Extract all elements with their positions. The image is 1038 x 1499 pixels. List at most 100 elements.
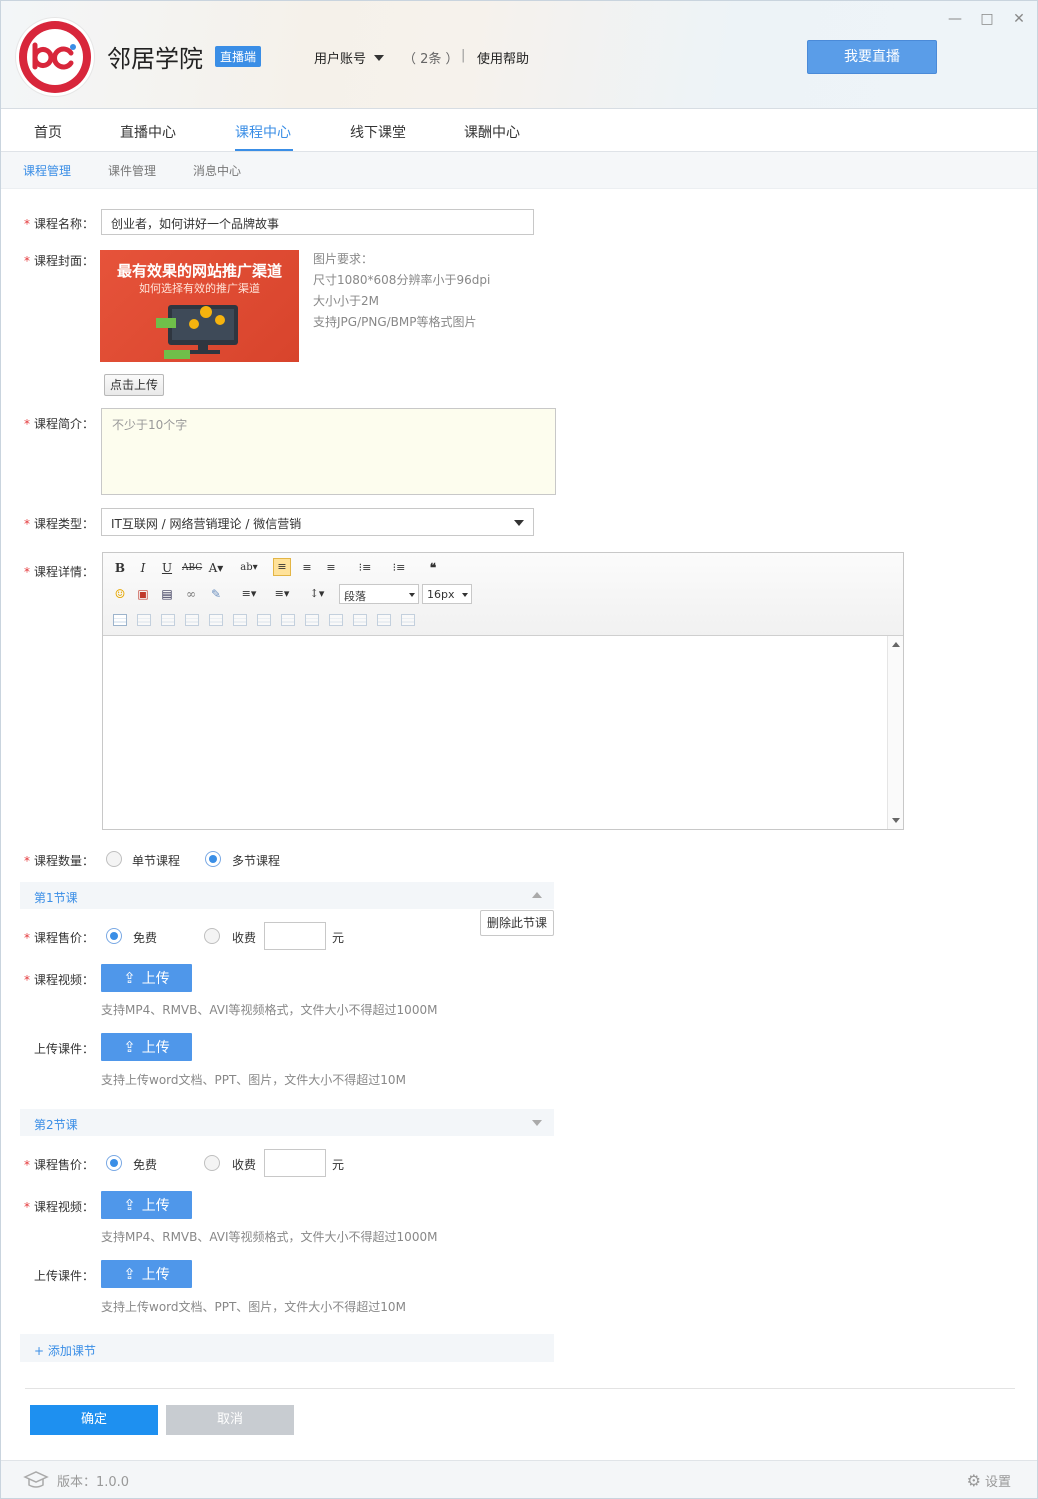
chevron-down-icon xyxy=(462,593,468,597)
graduation-cap-icon xyxy=(23,1471,49,1488)
align-right-icon[interactable]: ≡ xyxy=(322,559,340,577)
ordered-list-icon[interactable]: ⁝≡ xyxy=(390,559,408,577)
active-tab-indicator xyxy=(235,149,293,151)
course-intro-textarea[interactable]: 不少于10个字 xyxy=(101,408,556,495)
delete-table-icon[interactable] xyxy=(137,614,151,626)
course-name-input[interactable]: 创业者，如何讲好一个品牌故事 xyxy=(101,209,534,235)
user-account-menu[interactable]: 用户账号 xyxy=(314,48,385,67)
gear-icon: ⚙ xyxy=(966,1471,981,1490)
align-left-icon[interactable]: ≡ xyxy=(273,558,291,576)
delete-column-icon[interactable] xyxy=(257,614,271,626)
lesson-1-courseware-hint: 支持上传word文档、PPT、图片，文件大小不得超过10M xyxy=(101,1073,406,1087)
app-name: 邻居学院 xyxy=(107,45,203,73)
italic-icon[interactable]: I xyxy=(134,559,152,577)
subtab-course-management[interactable]: 课程管理 xyxy=(23,162,71,179)
split-columns-icon[interactable] xyxy=(401,614,415,626)
subtab-message-center[interactable]: 消息中心 xyxy=(193,162,241,179)
lesson-1-title: 第1节课 xyxy=(34,891,78,905)
tab-offline-class[interactable]: 线下课堂 xyxy=(350,122,406,142)
lesson-2-courseware-label: 上传课件： xyxy=(34,1269,95,1283)
insert-column-icon[interactable] xyxy=(233,614,247,626)
lesson-2-paid-radio[interactable] xyxy=(204,1155,220,1171)
add-lesson-button[interactable]: + 添加课节 xyxy=(20,1334,554,1362)
delete-lesson-button[interactable]: 删除此节课 xyxy=(480,910,554,936)
editor-content-area[interactable] xyxy=(103,636,887,829)
monitor-illustration-icon xyxy=(156,305,238,359)
scroll-down-icon[interactable] xyxy=(892,818,900,823)
link-icon[interactable]: ∞ xyxy=(182,585,200,603)
emoji-icon[interactable]: ☺ xyxy=(111,585,129,603)
font-size-select[interactable]: 16px xyxy=(422,584,472,604)
close-icon[interactable]: ✕ xyxy=(1011,11,1027,27)
paragraph-format-select[interactable]: 段落 xyxy=(339,584,419,604)
form-divider xyxy=(25,1388,1015,1389)
insert-row-icon[interactable] xyxy=(185,614,199,626)
paragraph-spacing-icon[interactable]: ≡▾ xyxy=(273,585,291,603)
bold-icon[interactable]: B xyxy=(111,559,129,577)
single-lesson-radio[interactable] xyxy=(106,851,122,867)
lesson-2-price-label: * 课程售价： xyxy=(24,1158,95,1172)
multi-lesson-radio[interactable] xyxy=(205,851,221,867)
course-type-select[interactable]: IT互联网 / 网络营销理论 / 微信营销 xyxy=(101,508,534,536)
image-icon[interactable]: ▣ xyxy=(134,585,152,603)
editor-scrollbar[interactable] xyxy=(887,636,903,829)
lesson-2-video-label: * 课程视频： xyxy=(24,1200,95,1214)
lesson-2-free-radio[interactable] xyxy=(106,1155,122,1171)
user-account-label: 用户账号 xyxy=(314,52,367,67)
lesson-1-header[interactable]: 第1节课 xyxy=(20,882,554,909)
lesson-1-courseware-upload-button[interactable]: ⇪ 上传 xyxy=(101,1033,192,1061)
cancel-button[interactable]: 取消 xyxy=(166,1405,294,1435)
app-logo xyxy=(19,21,91,93)
insert-caption-icon[interactable] xyxy=(161,614,175,626)
minimize-icon[interactable]: — xyxy=(947,11,963,27)
lesson-2-video-upload-button[interactable]: ⇪ 上传 xyxy=(101,1191,192,1219)
tab-live-center[interactable]: 直播中心 xyxy=(120,122,176,142)
scroll-up-icon[interactable] xyxy=(892,642,900,647)
upload-cover-button[interactable]: 点击上传 xyxy=(104,374,164,396)
highlight-color-icon[interactable]: ab▾ xyxy=(240,559,258,577)
start-live-button[interactable]: 我要直播 xyxy=(807,40,937,74)
merge-right-icon[interactable] xyxy=(305,614,319,626)
lesson-1-price-input[interactable] xyxy=(264,922,326,950)
lesson-1-video-upload-button[interactable]: ⇪ 上传 xyxy=(101,964,192,992)
delete-row-icon[interactable] xyxy=(209,614,223,626)
text-indent-icon[interactable]: ↕▾ xyxy=(308,585,326,603)
confirm-button[interactable]: 确定 xyxy=(30,1405,158,1435)
font-color-icon[interactable]: A▾ xyxy=(207,559,225,577)
header-separator: | xyxy=(461,48,466,63)
settings-button[interactable]: ⚙ 设置 xyxy=(967,1471,1011,1490)
strikethrough-icon[interactable]: ABC xyxy=(182,559,202,577)
lesson-1-free-radio[interactable] xyxy=(106,928,122,944)
lesson-1-paid-radio[interactable] xyxy=(204,928,220,944)
split-rows-icon[interactable] xyxy=(377,614,391,626)
help-link[interactable]: 使用帮助 xyxy=(477,48,529,67)
underline-icon[interactable]: U xyxy=(158,559,176,577)
tab-home[interactable]: 首页 xyxy=(34,122,62,142)
blockquote-icon[interactable]: ❝ xyxy=(424,559,442,577)
unordered-list-icon[interactable]: ⁝≡ xyxy=(356,559,374,577)
cover-req-format: 支持JPG/PNG/BMP等格式图片 xyxy=(313,315,477,329)
lesson-2-paid-label: 收费 xyxy=(232,1158,257,1172)
single-lesson-label: 单节课程 xyxy=(132,854,181,868)
align-center-icon[interactable]: ≡ xyxy=(298,559,316,577)
merge-down-icon[interactable] xyxy=(329,614,343,626)
lesson-1-price-label: * 课程售价： xyxy=(24,931,95,945)
tab-payment-center[interactable]: 课酬中心 xyxy=(464,122,520,142)
tab-course-center[interactable]: 课程中心 xyxy=(235,122,291,142)
merge-cells-icon[interactable] xyxy=(281,614,295,626)
lesson-2-header[interactable]: 第2节课 xyxy=(20,1109,554,1136)
maximize-icon[interactable]: □ xyxy=(979,11,995,27)
insert-table-icon[interactable] xyxy=(113,614,127,626)
lesson-2-price-input[interactable] xyxy=(264,1149,326,1177)
eraser-icon[interactable]: ✎ xyxy=(207,585,225,603)
chevron-down-icon xyxy=(409,593,415,597)
lesson-2-courseware-hint: 支持上传word文档、PPT、图片，文件大小不得超过10M xyxy=(101,1300,406,1314)
split-cells-icon[interactable] xyxy=(353,614,367,626)
lesson-2-courseware-upload-button[interactable]: ⇪ 上传 xyxy=(101,1260,192,1288)
font-size-value: 16px xyxy=(427,588,455,601)
video-icon[interactable]: ▤ xyxy=(158,585,176,603)
line-height-icon[interactable]: ≡▾ xyxy=(240,585,258,603)
message-count[interactable]: （ 2条 ） xyxy=(403,48,459,67)
editor-toolbar: B I U ABC A▾ ab▾ ≡ ≡ ≡ ⁝≡ ⁝≡ ❝ ☺ ▣ ▤ ∞ ✎… xyxy=(103,553,903,636)
subtab-courseware-management[interactable]: 课件管理 xyxy=(108,162,156,179)
